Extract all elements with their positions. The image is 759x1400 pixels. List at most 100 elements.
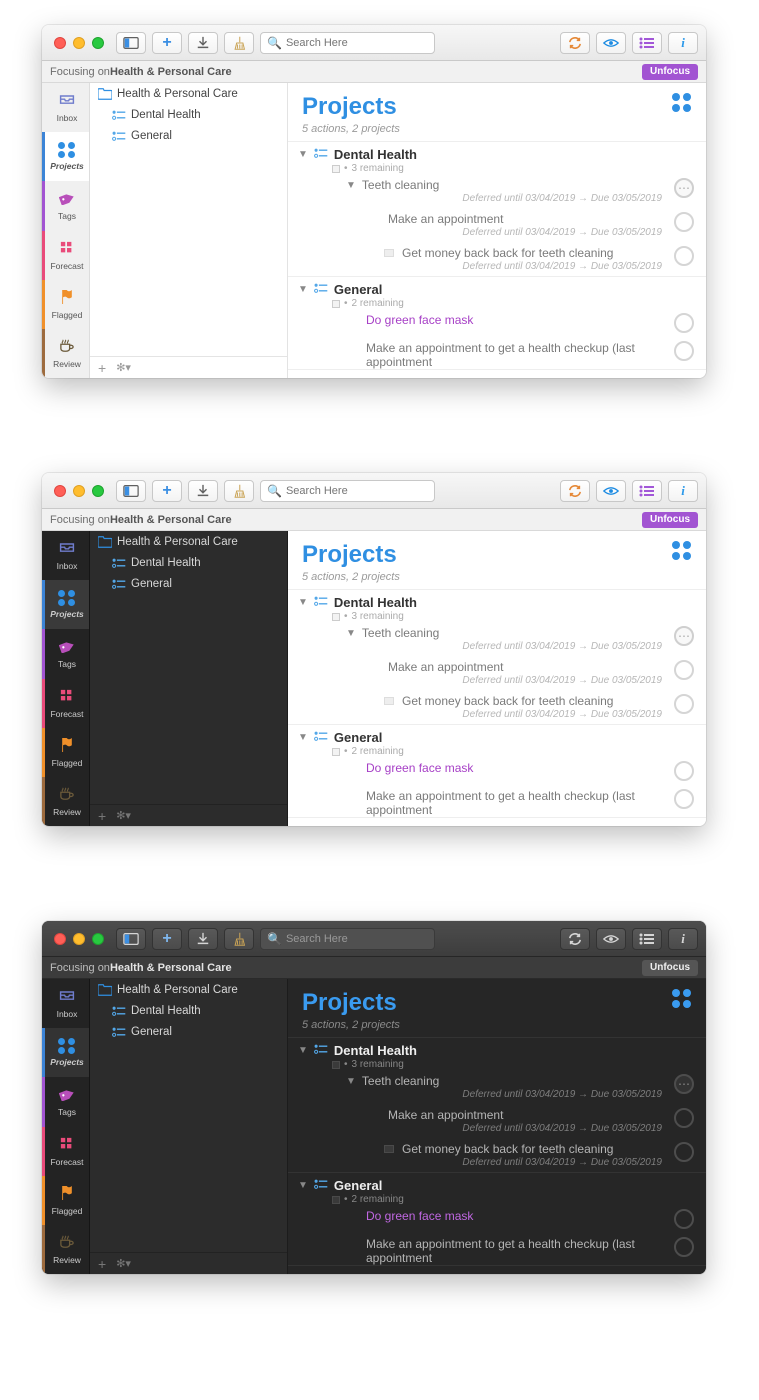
task-status-circle[interactable] [674,1209,694,1229]
task-status-circle[interactable] [674,246,694,266]
maximize-icon[interactable] [92,933,104,945]
search-field[interactable]: 🔍 [260,480,435,502]
outline-folder[interactable]: Health & Personal Care [90,979,287,1000]
task-status-circle[interactable] [674,1108,694,1128]
task-title[interactable]: Make an appointment to get a health chec… [366,789,662,817]
task-status-circle[interactable] [674,789,694,809]
task-title[interactable]: Get money back back for teeth cleaning [402,246,613,260]
add-outline-button[interactable]: + [98,1256,106,1272]
sync-button[interactable] [560,32,590,54]
outline-project[interactable]: General [90,125,287,146]
sidebar-toggle-button[interactable] [116,928,146,950]
cleanup-button[interactable] [224,32,254,54]
task-title[interactable]: Teeth cleaning [362,1074,662,1088]
disclosure-triangle-icon[interactable]: ▼ [298,732,308,743]
disclosure-triangle-icon[interactable]: ▼ [346,628,356,639]
minimize-icon[interactable] [73,933,85,945]
task-title[interactable]: Make an appointment [388,660,503,674]
unfocus-button[interactable]: Unfocus [642,512,698,528]
perspective-flagged[interactable]: Flagged [42,280,89,329]
task-status-circle[interactable] [674,660,694,680]
cleanup-button[interactable] [224,928,254,950]
task-title[interactable]: Make an appointment [388,212,503,226]
task-status-circle[interactable] [674,694,694,714]
outline-settings-button[interactable]: ✻▾ [116,809,131,822]
view-options-button[interactable] [632,480,662,502]
perspective-tags[interactable]: Tags [42,1077,89,1126]
unfocus-button[interactable]: Unfocus [642,64,698,80]
sync-button[interactable] [560,928,590,950]
perspective-projects[interactable]: Projects [42,132,89,181]
perspective-forecast[interactable]: Forecast [42,679,89,728]
add-button[interactable]: + [152,480,182,502]
unfocus-button[interactable]: Unfocus [642,960,698,976]
cleanup-button[interactable] [224,480,254,502]
add-button[interactable]: + [152,928,182,950]
project-header[interactable]: ▼ General [288,725,706,745]
search-input[interactable] [286,37,428,49]
project-header[interactable]: ▼ Dental Health [288,590,706,610]
add-outline-button[interactable]: + [98,808,106,824]
project-header[interactable]: ▼ Dental Health [288,1038,706,1058]
task-status-circle[interactable] [674,212,694,232]
sidebar-toggle-button[interactable] [116,32,146,54]
project-header[interactable]: ▼ Dental Health [288,142,706,162]
disclosure-triangle-icon[interactable]: ▼ [298,1045,308,1056]
perspective-icon[interactable] [672,989,692,1009]
view-options-button[interactable] [632,32,662,54]
inspector-button[interactable]: i [668,480,698,502]
search-input[interactable] [286,933,428,945]
search-input[interactable] [286,485,428,497]
quick-entry-button[interactable] [188,480,218,502]
perspective-flagged[interactable]: Flagged [42,728,89,777]
search-field[interactable]: 🔍 [260,32,435,54]
task-title[interactable]: Do green face mask [366,761,473,775]
outline-folder[interactable]: Health & Personal Care [90,83,287,104]
disclosure-triangle-icon[interactable]: ▼ [298,149,308,160]
sync-button[interactable] [560,480,590,502]
perspective-forecast[interactable]: Forecast [42,1127,89,1176]
perspective-icon[interactable] [672,93,692,113]
task-title[interactable]: Get money back back for teeth cleaning [402,694,613,708]
disclosure-triangle-icon[interactable]: ▼ [346,1076,356,1087]
task-status-circle[interactable] [674,626,694,646]
perspective-projects[interactable]: Projects [42,1028,89,1077]
perspective-flagged[interactable]: Flagged [42,1176,89,1225]
task-title[interactable]: Teeth cleaning [362,178,662,192]
perspective-review[interactable]: Review [42,1225,89,1274]
outline-project[interactable]: General [90,1021,287,1042]
task-title[interactable]: Make an appointment [388,1108,503,1122]
perspective-review[interactable]: Review [42,777,89,826]
quick-entry-button[interactable] [188,928,218,950]
perspective-inbox[interactable]: Inbox [42,979,89,1028]
task-title[interactable]: Make an appointment to get a health chec… [366,1237,662,1265]
outline-settings-button[interactable]: ✻▾ [116,1257,131,1270]
task-title[interactable]: Get money back back for teeth cleaning [402,1142,613,1156]
view-options-button[interactable] [632,928,662,950]
outline-project[interactable]: Dental Health [90,552,287,573]
task-status-circle[interactable] [674,341,694,361]
disclosure-triangle-icon[interactable]: ▼ [298,1180,308,1191]
minimize-icon[interactable] [73,485,85,497]
task-status-circle[interactable] [674,1142,694,1162]
outline-project[interactable]: Dental Health [90,1000,287,1021]
outline-project[interactable]: Dental Health [90,104,287,125]
close-icon[interactable] [54,37,66,49]
outline-project[interactable]: General [90,573,287,594]
perspective-forecast[interactable]: Forecast [42,231,89,280]
quick-entry-button[interactable] [188,32,218,54]
maximize-icon[interactable] [92,485,104,497]
add-button[interactable]: + [152,32,182,54]
disclosure-triangle-icon[interactable]: ▼ [346,180,356,191]
inspector-button[interactable]: i [668,32,698,54]
perspective-inbox[interactable]: Inbox [42,83,89,132]
task-title[interactable]: Do green face mask [366,313,473,327]
sidebar-toggle-button[interactable] [116,480,146,502]
perspective-tags[interactable]: Tags [42,629,89,678]
view-button[interactable] [596,480,626,502]
project-header[interactable]: ▼ General [288,277,706,297]
perspective-inbox[interactable]: Inbox [42,531,89,580]
close-icon[interactable] [54,933,66,945]
perspective-review[interactable]: Review [42,329,89,378]
perspective-tags[interactable]: Tags [42,181,89,230]
